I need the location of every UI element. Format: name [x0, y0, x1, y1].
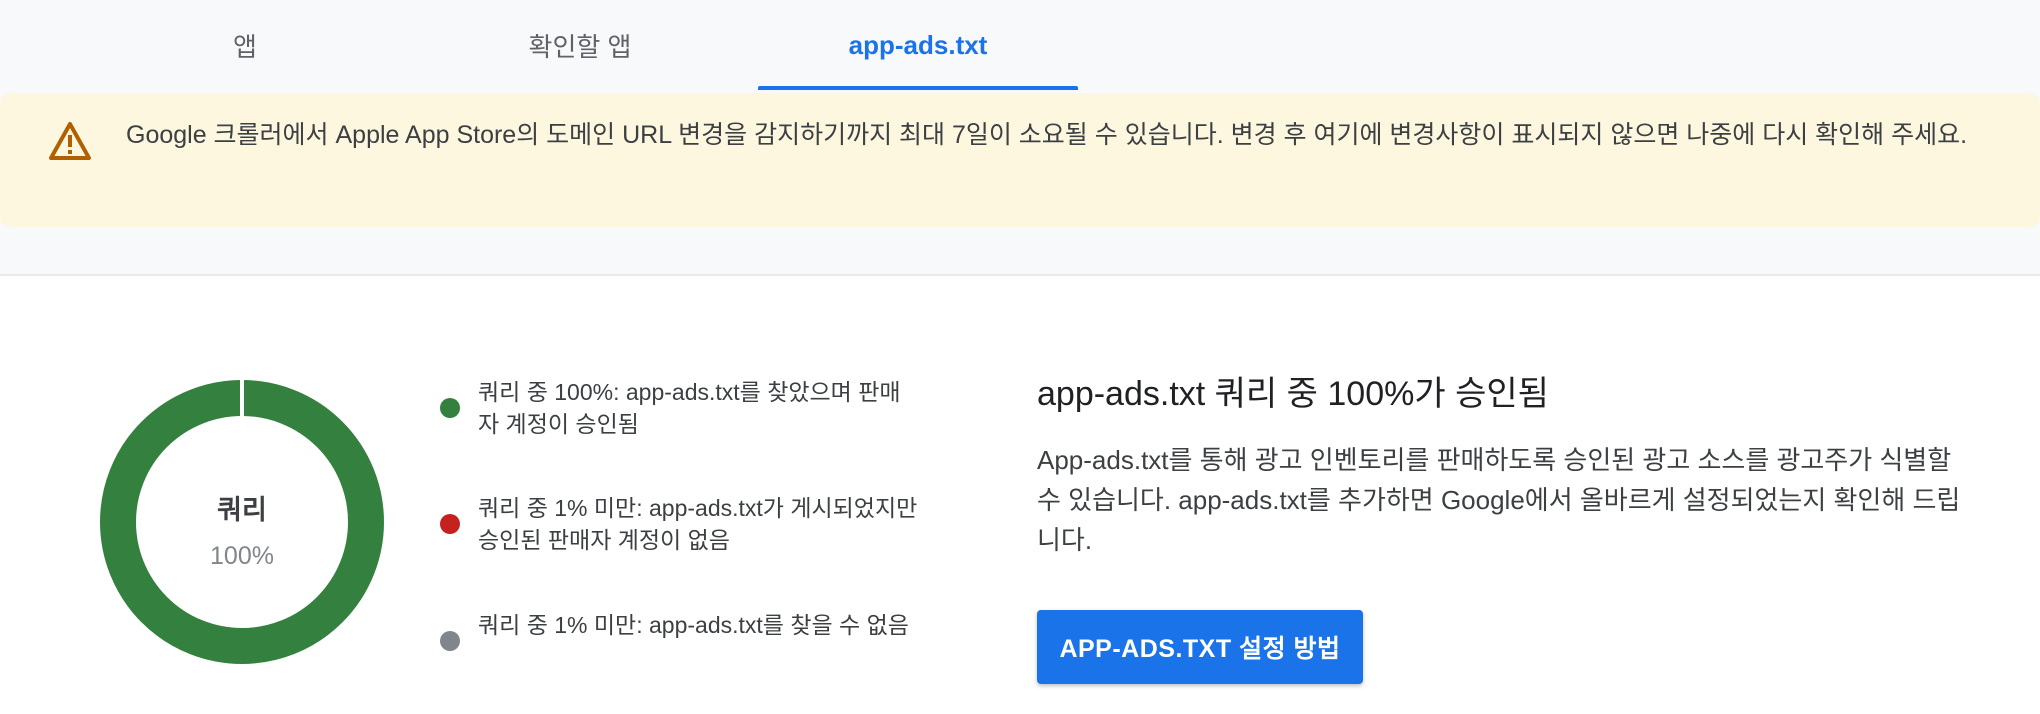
tab-apps-label: 앱 [233, 31, 257, 62]
legend-text-not-found: 쿼리 중 1% 미만: app-ads.txt를 찾을 수 없음 [478, 612, 909, 638]
active-tab-indicator [758, 86, 1078, 90]
summary-description: App-ads.txt를 통해 광고 인벤토리를 판매하도록 승인된 광고 소스… [1037, 445, 1961, 555]
warning-icon [49, 122, 91, 160]
tab-apps[interactable]: 앱 [140, 0, 350, 90]
tab-apps-to-review[interactable]: 확인할 앱 [460, 0, 700, 90]
legend-text-unauthorized: 쿼리 중 1% 미만: app-ads.txt가 게시되었지만 승인된 판매자 … [478, 495, 918, 553]
warning-banner: Google 크롤러에서 Apple App Store의 도메인 URL 변경… [0, 93, 2040, 227]
tab-apps-to-review-label: 확인할 앱 [528, 31, 632, 62]
donut-center-value: 100% [210, 542, 274, 570]
tab-app-ads-txt[interactable]: app-ads.txt [758, 0, 1078, 90]
setup-guide-button[interactable]: APP-ADS.TXT 설정 방법 [1037, 610, 1363, 684]
summary-headline: app-ads.txt 쿼리 중 100%가 승인됨 [1037, 375, 1549, 413]
legend-text-approved: 쿼리 중 100%: app-ads.txt를 찾았으며 판매자 계정이 승인됨 [478, 379, 901, 437]
app-ads-summary-card: 쿼리 100% 쿼리 중 100%: app-ads.txt를 찾았으며 판매자… [0, 274, 2040, 714]
legend-dot-gray [440, 631, 460, 651]
legend-dot-red [440, 514, 460, 534]
legend-dot-green [440, 398, 460, 418]
tab-bar: 앱 확인할 앱 app-ads.txt [0, 0, 2040, 90]
warning-message: Google 크롤러에서 Apple App Store의 도메인 URL 변경… [126, 121, 1968, 149]
donut-center-label: 쿼리 [217, 495, 267, 525]
tab-app-ads-txt-label: app-ads.txt [848, 29, 988, 60]
